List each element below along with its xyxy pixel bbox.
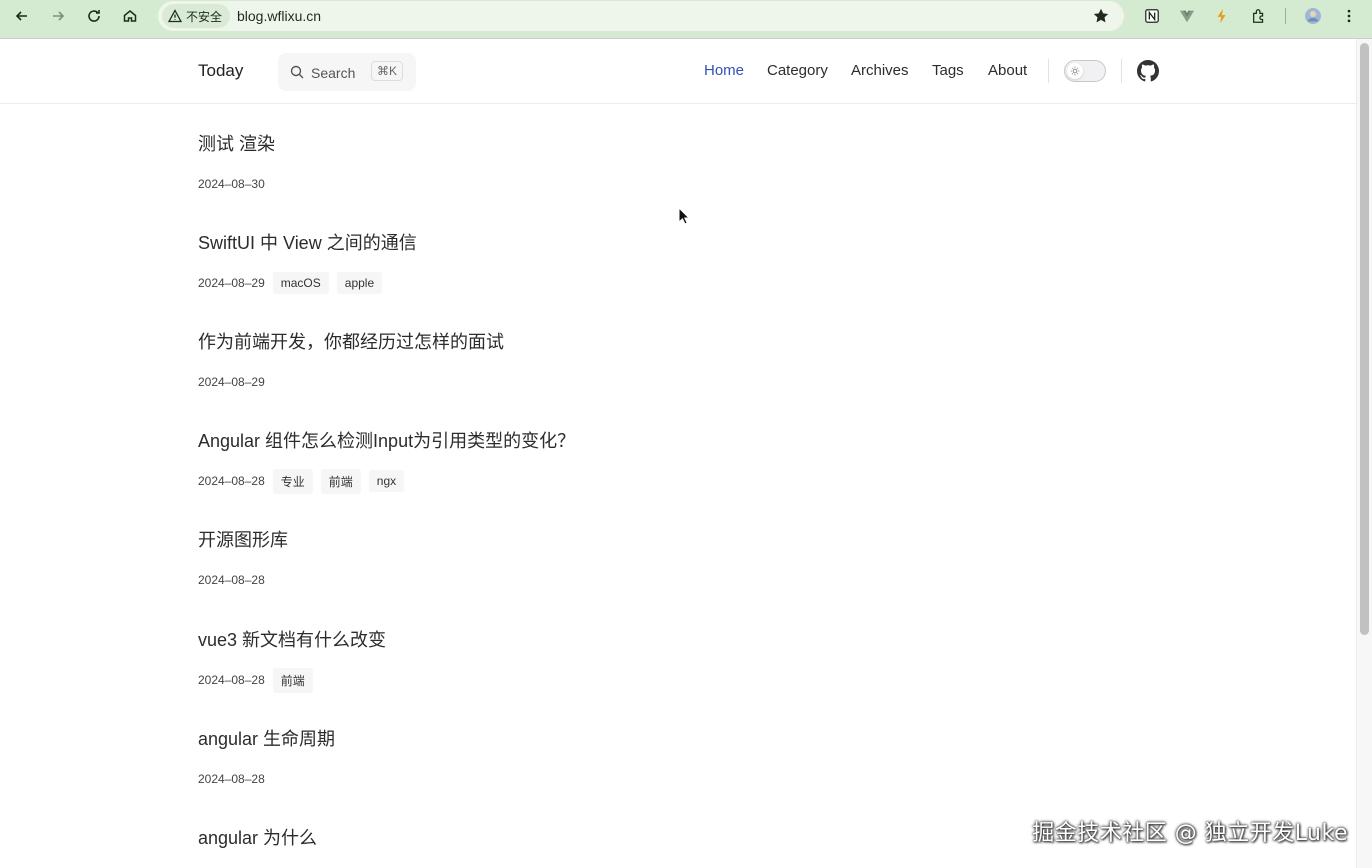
post-tag[interactable]: apple	[336, 272, 383, 294]
address-bar[interactable]: 不安全 blog.wflixu.cn	[158, 1, 1124, 31]
post-item: 测试 渲染 2024–08–30	[198, 130, 275, 191]
post-tag[interactable]: macOS	[272, 272, 329, 294]
post-tag[interactable]: ngx	[368, 470, 405, 492]
page-scrollbar[interactable]	[1356, 39, 1372, 868]
post-title[interactable]: angular 为什么	[198, 824, 317, 850]
post-title[interactable]: vue3 新文档有什么改变	[198, 626, 386, 652]
nav-about[interactable]: About	[988, 62, 1027, 79]
toggle-knob	[1067, 63, 1083, 79]
search-label: Search	[311, 65, 356, 81]
post-date: 2024–08–30	[198, 177, 265, 191]
url-text[interactable]: blog.wflixu.cn	[237, 8, 321, 24]
post-date: 2024–08–28	[198, 673, 265, 687]
post-title[interactable]: Angular 组件怎么检测Input为引用类型的变化？	[198, 427, 575, 453]
site-brand[interactable]: Today	[198, 61, 243, 81]
post-title[interactable]: angular 生命周期	[198, 725, 335, 751]
mouse-cursor-icon	[678, 207, 690, 225]
warning-icon	[168, 9, 182, 23]
reload-icon	[88, 10, 100, 22]
post-tag[interactable]: 专业	[272, 468, 313, 494]
post-tag[interactable]: 前端	[320, 468, 361, 494]
nav-tags[interactable]: Tags	[932, 62, 964, 79]
post-date: 2024–08–28	[198, 772, 265, 786]
vue-devtools-extension-icon[interactable]	[1177, 6, 1197, 26]
post-title[interactable]: 开源图形库	[198, 526, 288, 552]
watermark: 掘金技术社区 @ 独立开发Luke	[1032, 821, 1348, 846]
arrow-left-icon	[15, 11, 27, 21]
scrollbar-thumb[interactable]	[1360, 43, 1369, 635]
nav-archives[interactable]: Archives	[851, 62, 909, 79]
profile-avatar-icon[interactable]	[1303, 6, 1323, 26]
post-meta: 2024–08–29 macOS apple	[198, 271, 383, 295]
post-meta: 2024–08–28	[198, 568, 265, 592]
search-shortcut-badge: ⌘K	[371, 61, 404, 81]
nav-category[interactable]: Category	[767, 62, 828, 79]
forward-button[interactable]	[44, 5, 72, 27]
post-date: 2024–08–28	[198, 573, 265, 587]
post-meta: 2024–08–28 前端	[198, 667, 313, 693]
post-tag[interactable]: 前端	[272, 667, 313, 693]
post-item: angular 为什么	[198, 824, 317, 850]
post-item: 作为前端开发，你都经历过怎样的面试 2024–08–29	[198, 328, 504, 389]
home-button[interactable]	[116, 5, 144, 27]
post-date: 2024–08–28	[198, 474, 265, 488]
post-title[interactable]: SwiftUI 中 View 之间的通信	[198, 229, 417, 255]
site-header: Today Search ⌘K Home Category Archives T…	[0, 39, 1356, 104]
bookmark-star-icon[interactable]	[1092, 7, 1110, 25]
post-title[interactable]: 作为前端开发，你都经历过怎样的面试	[198, 328, 504, 354]
security-label: 不安全	[186, 9, 223, 24]
github-icon[interactable]	[1137, 60, 1159, 82]
post-item: vue3 新文档有什么改变 2024–08–28 前端	[198, 626, 386, 693]
nav-home[interactable]: Home	[704, 62, 744, 79]
post-item: angular 生命周期 2024–08–28	[198, 725, 335, 786]
security-chip[interactable]: 不安全	[162, 4, 231, 28]
post-meta: 2024–08–28 专业 前端 ngx	[198, 468, 405, 494]
post-meta: 2024–08–29	[198, 370, 265, 394]
sun-icon	[1070, 66, 1080, 76]
reload-button[interactable]	[80, 5, 108, 27]
header-divider	[1048, 59, 1049, 83]
browser-toolbar: 不安全 blog.wflixu.cn	[0, 0, 1372, 39]
theme-toggle[interactable]	[1064, 60, 1106, 82]
post-title[interactable]: 测试 渲染	[198, 130, 275, 156]
toolbar-divider	[1285, 8, 1286, 24]
post-date: 2024–08–29	[198, 276, 265, 290]
post-meta: 2024–08–28	[198, 767, 265, 791]
post-item: Angular 组件怎么检测Input为引用类型的变化？ 2024–08–28 …	[198, 427, 575, 494]
search-button[interactable]: Search ⌘K	[278, 53, 416, 91]
post-item: SwiftUI 中 View 之间的通信 2024–08–29 macOS ap…	[198, 229, 417, 294]
browser-menu-icon[interactable]	[1339, 6, 1359, 26]
header-divider	[1121, 59, 1122, 83]
post-date: 2024–08–29	[198, 375, 265, 389]
search-icon	[290, 65, 304, 79]
notion-extension-icon[interactable]	[1142, 6, 1162, 26]
extensions-puzzle-icon[interactable]	[1249, 6, 1269, 26]
post-item: 开源图形库 2024–08–28	[198, 526, 288, 587]
post-meta: 2024–08–30	[198, 172, 265, 196]
home-icon	[123, 10, 137, 22]
arrow-right-icon	[53, 11, 65, 21]
lightning-extension-icon[interactable]	[1212, 6, 1232, 26]
back-button[interactable]	[8, 5, 36, 27]
